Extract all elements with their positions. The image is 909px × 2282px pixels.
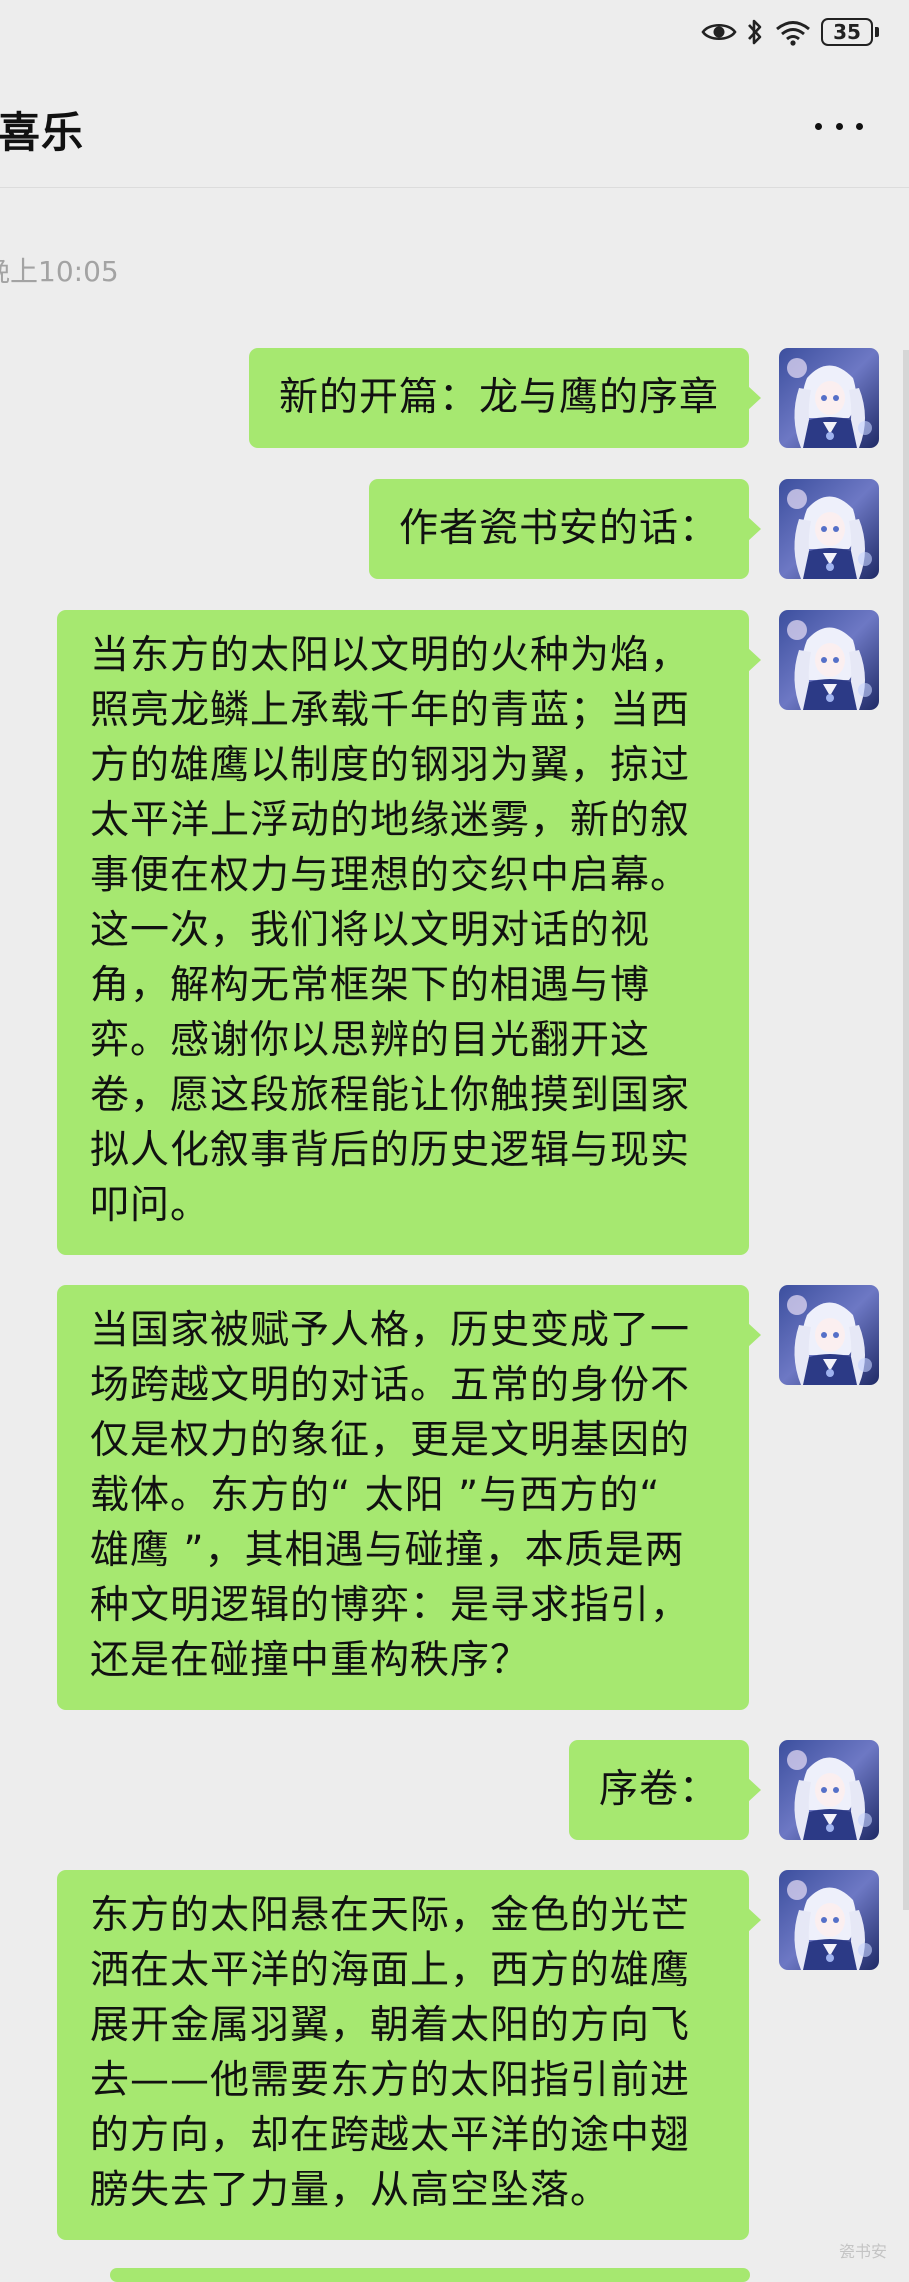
eye-icon xyxy=(701,20,737,44)
status-bar: 35 xyxy=(0,0,909,64)
message-line: 雄鹰 ”，其相遇与碰撞，本质是两 xyxy=(90,1528,685,1573)
avatar[interactable] xyxy=(779,479,879,579)
watermark: 瓷书安 xyxy=(838,2242,887,2261)
message-row: 序卷： xyxy=(568,1740,879,1840)
message-line: 膀失去了力量，从高空坠落。 xyxy=(90,2168,611,2213)
message-line: 的方向，却在跨越太平洋的途中翅 xyxy=(90,2113,691,2158)
message-line: 种文明逻辑的博弈：是寻求指引， xyxy=(90,1583,691,1628)
avatar[interactable] xyxy=(779,610,879,710)
message-text: 作者瓷书安的话： xyxy=(398,506,719,551)
message-bubble[interactable]: 新的开篇：龙与鹰的序章 xyxy=(248,348,762,448)
message-line: 太平洋上浮动的地缘迷雾，新的叙 xyxy=(90,798,691,843)
battery-level: 35 xyxy=(821,18,873,46)
chat-title: 喜乐 xyxy=(0,108,85,157)
scrollbar[interactable] xyxy=(903,350,909,1910)
message-line: 还是在碰撞中重构秩序？ xyxy=(90,1638,531,1683)
message-bubble-partial[interactable] xyxy=(110,2268,750,2282)
message-text: 序卷： xyxy=(598,1767,719,1812)
message-row: 当东方的太阳以文明的火种为焰， 照亮龙鳞上承载千年的青蓝；当西 方的雄鹰以制度的… xyxy=(57,610,879,1255)
avatar[interactable] xyxy=(779,1285,879,1385)
message-line: 弈。感谢你以思辨的目光翻开这 xyxy=(90,1018,651,1063)
message-bubble[interactable]: 序卷： xyxy=(568,1740,762,1840)
message-line: 洒在太平洋的海面上，西方的雄鹰 xyxy=(90,1948,691,1993)
message-line: 去——他需要东方的太阳指引前进 xyxy=(90,2058,691,2103)
wifi-icon xyxy=(773,17,813,47)
message-row: 新的开篇：龙与鹰的序章 xyxy=(248,348,879,448)
message-line: 拟人化叙事背后的历史逻辑与现实 xyxy=(90,1128,691,1173)
avatar[interactable] xyxy=(779,1740,879,1840)
message-line: 当国家被赋予人格，历史变成了一 xyxy=(90,1308,691,1353)
message-line: 东方的太阳悬在天际，金色的光芒 xyxy=(90,1893,691,1938)
message-row: 当国家被赋予人格，历史变成了一 场跨越文明的对话。五常的身份不 仅是权力的象征，… xyxy=(57,1285,879,1710)
message-line: 角，解构无常框架下的相遇与博 xyxy=(90,963,651,1008)
message-line: 场跨越文明的对话。五常的身份不 xyxy=(90,1363,691,1408)
message-text: 新的开篇：龙与鹰的序章 xyxy=(278,375,719,420)
message-line: 仅是权力的象征，更是文明基因的 xyxy=(90,1418,691,1463)
message-line: 照亮龙鳞上承载千年的青蓝；当西 xyxy=(90,688,691,733)
battery-tip xyxy=(875,27,879,37)
message-row: 东方的太阳悬在天际，金色的光芒 洒在太平洋的海面上，西方的雄鹰 展开金属羽翼，朝… xyxy=(57,1870,879,2240)
bluetooth-icon xyxy=(745,17,765,47)
message-timestamp: 晚上10:05 xyxy=(0,255,119,288)
avatar[interactable] xyxy=(779,1870,879,1970)
message-line: 当东方的太阳以文明的火种为焰， xyxy=(90,633,691,678)
message-line: 载体。东方的“ 太阳 ”与西方的“ xyxy=(90,1473,661,1518)
battery-icon: 35 xyxy=(821,18,879,46)
status-icons: 35 xyxy=(701,14,879,50)
more-dot xyxy=(856,122,863,130)
chat-header: 喜乐 xyxy=(0,64,909,188)
message-line: 卷，愿这段旅程能让你触摸到国家 xyxy=(90,1073,691,1118)
message-bubble[interactable]: 作者瓷书安的话： xyxy=(368,479,762,579)
more-dots-icon[interactable] xyxy=(809,102,869,150)
message-bubble[interactable]: 当东方的太阳以文明的火种为焰， 照亮龙鳞上承载千年的青蓝；当西 方的雄鹰以制度的… xyxy=(57,610,761,1255)
message-line: 叩问。 xyxy=(90,1183,211,1228)
message-line: 方的雄鹰以制度的钢羽为翼，掠过 xyxy=(90,743,691,788)
more-dot xyxy=(815,122,822,130)
message-bubble[interactable]: 当国家被赋予人格，历史变成了一 场跨越文明的对话。五常的身份不 仅是权力的象征，… xyxy=(57,1285,761,1710)
message-line: 展开金属羽翼，朝着太阳的方向飞 xyxy=(90,2003,691,2048)
message-line: 这一次，我们将以文明对话的视 xyxy=(90,908,651,953)
more-dot xyxy=(835,122,843,130)
avatar[interactable] xyxy=(779,348,879,448)
message-row: 作者瓷书安的话： xyxy=(368,479,879,579)
message-bubble[interactable]: 东方的太阳悬在天际，金色的光芒 洒在太平洋的海面上，西方的雄鹰 展开金属羽翼，朝… xyxy=(57,1870,761,2240)
message-line: 事便在权力与理想的交织中启幕。 xyxy=(90,853,691,898)
